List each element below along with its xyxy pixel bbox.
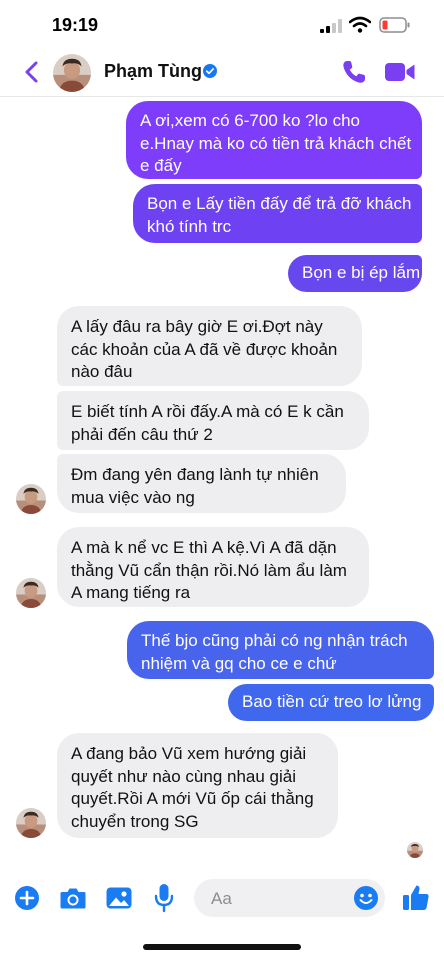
wifi-icon (349, 16, 371, 33)
emoji-icon[interactable] (353, 885, 379, 911)
message-line: Bọn e Lấy tiền đấy để trả đỡ khách (147, 194, 412, 213)
signal-icon (320, 19, 342, 33)
message-line: các khoản của A đã về được khoản (71, 339, 338, 359)
seen-receipt-avatar (407, 842, 423, 858)
message-line: quyết như nào cùng nhau giải (71, 766, 297, 786)
sender-avatar[interactable] (16, 578, 46, 608)
avatar[interactable] (53, 54, 91, 92)
status-time: 19:19 (52, 15, 99, 35)
message-bubble-outgoing[interactable]: Bọn e Lấy tiền đấy để trả đỡ khách khó t… (133, 184, 422, 243)
microphone-icon[interactable] (154, 883, 174, 913)
phone-icon[interactable] (341, 59, 367, 85)
message-line: A mà k nể vc E thì A kệ.Vì A đã dặn (71, 538, 337, 557)
message-bubble-outgoing[interactable]: Bọn e bị ép lắm (288, 255, 422, 292)
chat-header: Phạm Tùng (0, 50, 444, 97)
message-line: Bao tiền cứ treo lơ lửng (242, 692, 422, 711)
avatar-image (16, 808, 46, 838)
video-camera-icon[interactable] (384, 60, 416, 84)
message-bubble-incoming[interactable]: E biết tính A rồi đấy.A mà có E k cần ph… (57, 391, 369, 450)
message-bubble-incoming[interactable]: A mà k nể vc E thì A kệ.Vì A đã dặn thằn… (57, 527, 369, 607)
chevron-left-icon[interactable] (18, 58, 46, 86)
sender-avatar[interactable] (16, 484, 46, 514)
message-line: E biết tính A rồi đấy.A mà có E k cần (71, 402, 344, 421)
message-line: Đm đang yên đang lành tự nhiên (71, 465, 319, 484)
message-line: quyết.Rồi A mới Vũ ốp cái thằng (71, 789, 314, 808)
message-line: nào đâu (71, 362, 133, 381)
message-line: Thế bjo cũng phải có ng nhận trách (141, 631, 408, 650)
message-line: thằng Vũ cẩn thận rồi.Nó làm ẩu làm (71, 560, 347, 580)
message-line: A mang tiếng ra (71, 583, 191, 602)
message-input[interactable]: Aa (194, 879, 385, 917)
avatar-image (53, 54, 91, 92)
message-line: nhiệm và gq cho ce e chứ (141, 653, 337, 673)
message-bubble-incoming[interactable]: Đm đang yên đang lành tự nhiên mua việc … (57, 454, 346, 513)
message-line: A đang bảo Vũ xem hướng giải (71, 744, 307, 763)
avatar-image (407, 842, 423, 858)
message-bubble-incoming[interactable]: A lấy đâu ra bây giờ E ơi.Đợt này các kh… (57, 306, 362, 386)
message-line: Bọn e bị ép lắm (302, 263, 421, 282)
image-icon[interactable] (105, 885, 133, 911)
avatar-image (16, 578, 46, 608)
message-line: e.Hnay mà ko có tiền trả khách chết (140, 133, 412, 153)
avatar-image (16, 484, 46, 514)
message-line: e đấy (140, 156, 182, 175)
battery-icon (379, 17, 410, 33)
message-bubble-outgoing[interactable]: A ơi,xem có 6-700 ko ?lo cho e.Hnay mà k… (126, 101, 422, 179)
sender-avatar[interactable] (16, 808, 46, 838)
message-line: mua việc vào ng (71, 487, 195, 507)
camera-icon[interactable] (59, 885, 87, 911)
message-line: phải đến câu thứ 2 (71, 424, 213, 444)
message-bubble-outgoing[interactable]: Thế bjo cũng phải có ng nhận trách nhiệm… (127, 621, 434, 679)
message-bubble-incoming[interactable]: A đang bảo Vũ xem hướng giải quyết như n… (57, 733, 338, 838)
contact-name[interactable]: Phạm Tùng (104, 61, 202, 82)
status-bar: 19:19 (0, 0, 444, 50)
message-bubble-outgoing[interactable]: Bao tiền cứ treo lơ lửng (228, 684, 434, 721)
message-line: A ơi,xem có 6-700 ko ?lo cho (140, 111, 360, 130)
composer-bar: Aa (0, 870, 444, 925)
message-line: khó tính trc (147, 216, 232, 236)
message-line: A lấy đâu ra bây giờ E ơi.Đợt này (71, 317, 323, 336)
message-input-placeholder: Aa (211, 889, 232, 908)
plus-circle-icon[interactable] (14, 885, 40, 911)
verified-badge-icon (203, 64, 217, 78)
message-line: chuyển trong SG (71, 811, 199, 831)
thumbs-up-icon[interactable] (402, 883, 430, 912)
home-indicator (143, 944, 301, 950)
